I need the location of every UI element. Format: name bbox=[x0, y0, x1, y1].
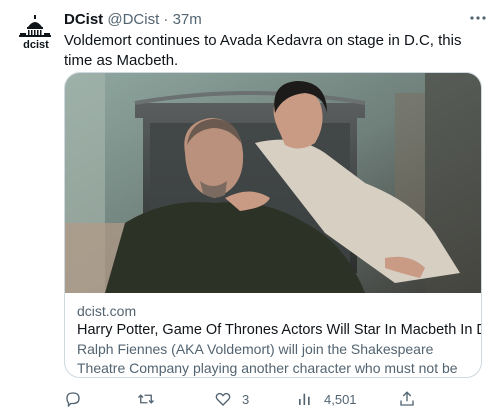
reply-icon bbox=[66, 392, 80, 408]
tweet-header: DCist @DCist · 37m bbox=[64, 10, 460, 30]
avatar[interactable]: dcist bbox=[16, 12, 56, 52]
heart-icon bbox=[215, 392, 231, 406]
card-image[interactable] bbox=[65, 73, 481, 293]
link-card[interactable]: dcist.com Harry Potter, Game Of Thrones … bbox=[64, 72, 482, 378]
avatar-logo-text: dcist bbox=[23, 39, 49, 51]
tweet-text: Voldemort continues to Avada Kedavra on … bbox=[64, 32, 462, 69]
analytics-icon bbox=[299, 393, 310, 405]
card-title[interactable]: Harry Potter, Game Of Thrones Actors Wil… bbox=[77, 321, 481, 340]
more-options-button[interactable] bbox=[468, 8, 488, 28]
views-count: 4,501 bbox=[324, 391, 357, 407]
action-bar: 3 4,501 bbox=[64, 388, 424, 410]
more-icon bbox=[470, 16, 486, 20]
share-icon bbox=[400, 391, 414, 406]
like-count: 3 bbox=[242, 391, 250, 407]
card-description: Ralph Fiennes (AKA Voldemort) will join … bbox=[77, 341, 458, 376]
reply-button[interactable] bbox=[64, 388, 82, 410]
card-domain: dcist.com bbox=[77, 303, 137, 319]
separator-dot: · bbox=[163, 11, 169, 28]
timestamp[interactable]: 37m bbox=[173, 11, 202, 28]
share-button[interactable] bbox=[398, 388, 416, 410]
tweet[interactable]: dcist DCist @DCist · 37m Voldemort conti… bbox=[0, 0, 500, 414]
retweet-button[interactable] bbox=[136, 388, 156, 410]
retweet-icon bbox=[138, 394, 154, 404]
views-button[interactable]: 4,501 bbox=[296, 388, 357, 410]
author-handle[interactable]: @DCist bbox=[107, 11, 159, 28]
like-button[interactable]: 3 bbox=[214, 388, 249, 410]
author-name[interactable]: DCist bbox=[64, 11, 103, 28]
